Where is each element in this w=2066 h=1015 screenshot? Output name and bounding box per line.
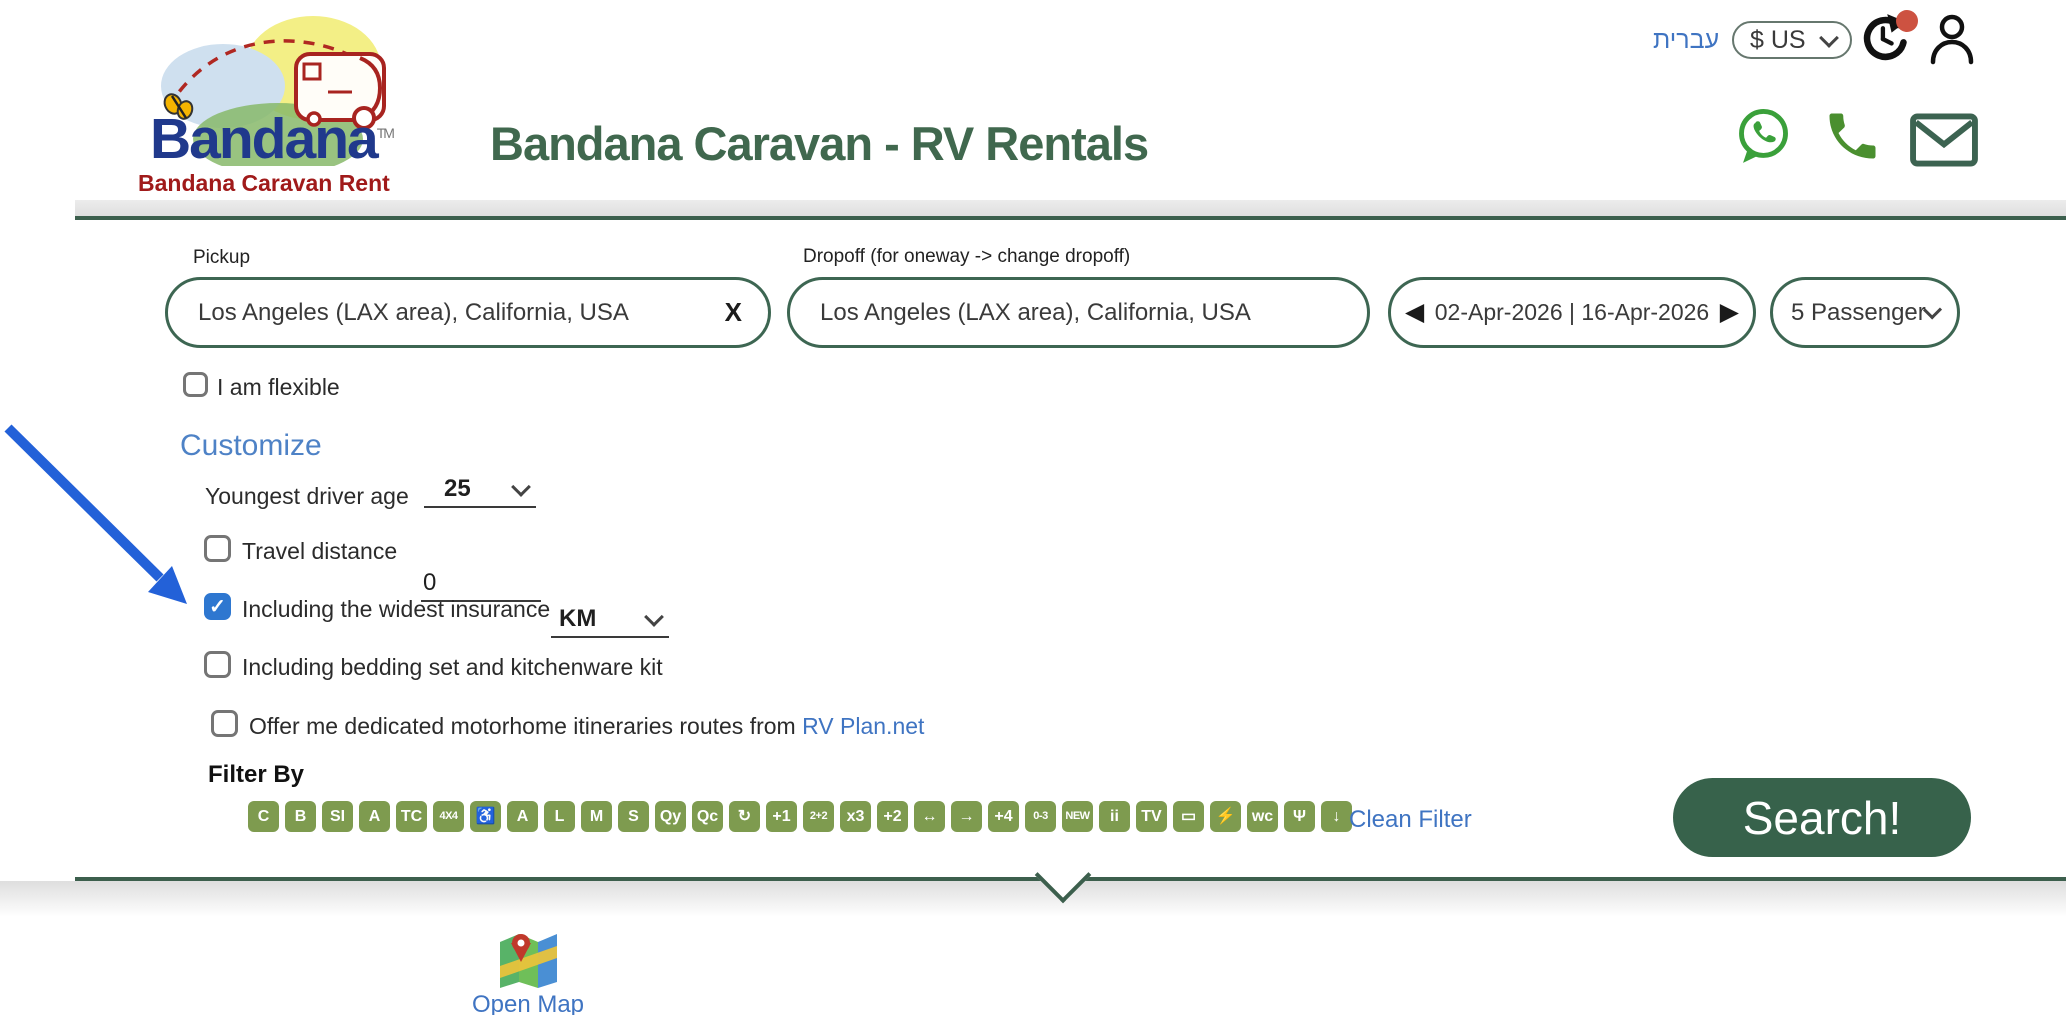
filter-icon-automatic-gavel[interactable]: A <box>507 801 538 832</box>
filter-icon-class-si[interactable]: SI <box>322 801 353 832</box>
whatsapp-icon <box>1732 104 1794 168</box>
filter-icon-rv-dropoff[interactable]: ↓ <box>1321 801 1352 832</box>
filter-icon-size-medium-rv[interactable]: M <box>581 801 612 832</box>
itineraries-checkbox[interactable] <box>211 710 238 737</box>
filter-icon-class-a[interactable]: A <box>359 801 390 832</box>
passengers-select[interactable]: 5 Passengers <box>1770 277 1960 348</box>
rv-plan-link[interactable]: RV Plan.net <box>802 713 924 739</box>
filter-icon-circular-arrows[interactable]: ↻ <box>729 801 760 832</box>
flexible-checkbox[interactable] <box>183 372 208 397</box>
date-range-value: 02-Apr-2026 | 16-Apr-2026 <box>1435 299 1709 326</box>
filter-icon-quality-y[interactable]: Qy <box>655 801 686 832</box>
filter-icon-wheelchair-accessible[interactable]: ♿ <box>470 801 501 832</box>
bedding-checkbox[interactable] <box>204 651 231 678</box>
search-button[interactable]: Search! <box>1673 778 1971 857</box>
notification-dot <box>1896 10 1918 32</box>
pickup-input[interactable]: Los Angeles (LAX area), California, USA … <box>165 277 771 348</box>
chevron-down-icon <box>644 607 664 627</box>
pickup-label: Pickup <box>193 247 250 269</box>
header-divider <box>75 216 2066 220</box>
filter-icon-vehicle-width[interactable]: ↔ <box>914 801 945 832</box>
filter-icon-size-small-rv[interactable]: S <box>618 801 649 832</box>
person-icon <box>1928 13 1976 65</box>
logo[interactable]: BandanaTM Bandana Caravan Rent <box>128 6 428 198</box>
filter-icon-beds-2plus2[interactable]: 2+2 <box>803 801 834 832</box>
filter-icon-extra-person[interactable]: +1 <box>766 801 797 832</box>
envelope-icon <box>1908 112 1980 168</box>
map-icon <box>497 930 559 988</box>
open-map-label[interactable]: Open Map <box>462 991 594 1015</box>
passengers-value: 5 Passengers <box>1791 299 1926 327</box>
driver-age-label: Youngest driver age <box>205 483 409 510</box>
clean-filter-link[interactable]: Clean Filter <box>1349 806 1472 834</box>
whatsapp-button[interactable] <box>1732 104 1794 168</box>
filter-icon-truck-camper[interactable]: TC <box>396 801 427 832</box>
flexible-label: I am flexible <box>217 374 340 401</box>
email-button[interactable] <box>1908 112 1980 168</box>
clear-pickup-button[interactable]: X <box>725 297 742 328</box>
page: עברית $ US <box>0 0 2066 1015</box>
open-map-button[interactable] <box>497 930 559 988</box>
phone-button[interactable] <box>1822 106 1882 166</box>
travel-distance-label: Travel distance <box>242 538 397 565</box>
filter-icon-electricity[interactable]: ⚡ <box>1210 801 1241 832</box>
filter-icon-four-by-four[interactable]: 4X4 <box>433 801 464 832</box>
logo-tm: TM <box>377 125 393 141</box>
filter-icon-class-c[interactable]: C <box>248 801 279 832</box>
filter-icon-tv[interactable]: TV <box>1136 801 1167 832</box>
page-title: Bandana Caravan - RV Rentals <box>490 116 1148 171</box>
filter-icon-size-large-rv[interactable]: L <box>544 801 575 832</box>
filter-icon-family-plus[interactable]: +2 <box>877 801 908 832</box>
bedding-label: Including bedding set and kitchenware ki… <box>242 654 663 681</box>
insurance-label: Including the widest insurance <box>242 596 550 623</box>
driver-age-select[interactable]: 25 <box>424 472 536 508</box>
travel-distance-checkbox[interactable] <box>204 535 231 562</box>
filter-icon-bed[interactable]: ▭ <box>1173 801 1204 832</box>
date-range-picker[interactable]: ◀ 02-Apr-2026 | 16-Apr-2026 ▶ <box>1388 277 1756 348</box>
insurance-checkbox[interactable]: ✓ <box>204 593 231 620</box>
filter-icon-family[interactable]: ii <box>1099 801 1130 832</box>
filter-icon-toilet-wc[interactable]: wc <box>1247 801 1278 832</box>
customize-link[interactable]: Customize <box>180 429 322 463</box>
filter-icon-rv-new[interactable]: NEW <box>1062 801 1093 832</box>
dropoff-label: Dropoff (for oneway -> change dropoff) <box>803 246 1130 268</box>
language-link[interactable]: עברית <box>1653 26 1719 55</box>
results-band <box>0 881 2066 917</box>
currency-select[interactable]: $ US <box>1732 21 1852 59</box>
filter-icon-quality-c[interactable]: Qc <box>692 801 723 832</box>
filter-icon-rv-age-0-3[interactable]: 0-3 <box>1025 801 1056 832</box>
itineraries-label: Offer me dedicated motorhome itineraries… <box>249 713 924 740</box>
filter-icon-shower[interactable]: Ψ <box>1284 801 1315 832</box>
travel-distance-value: 0 <box>423 569 436 597</box>
distance-unit-value: KM <box>559 605 596 633</box>
header-band <box>75 200 2066 216</box>
driver-age-value: 25 <box>444 475 471 503</box>
chevron-down-icon <box>1819 28 1839 48</box>
filter-icon-row: CBSIATC4X4♿ALMSQyQc↻+12+2x3+2↔→+40-3NEWi… <box>248 801 1352 832</box>
pickup-value: Los Angeles (LAX area), California, USA <box>198 299 629 327</box>
logo-brand: BandanaTM <box>150 106 393 172</box>
filter-icon-rv-plus-4[interactable]: +4 <box>988 801 1019 832</box>
dropoff-input[interactable]: Los Angeles (LAX area), California, USA <box>787 277 1370 348</box>
filter-by-label: Filter By <box>208 761 304 789</box>
filter-icon-sleeps-x3[interactable]: x3 <box>840 801 871 832</box>
account-button[interactable] <box>1928 13 1976 65</box>
history-reset-button[interactable] <box>1858 12 1914 68</box>
date-prev-arrow[interactable]: ◀ <box>1405 300 1424 325</box>
logo-caption: Bandana Caravan Rent <box>138 170 390 197</box>
filter-icon-class-b[interactable]: B <box>285 801 316 832</box>
date-next-arrow[interactable]: ▶ <box>1720 300 1739 325</box>
currency-value: $ US <box>1750 26 1806 55</box>
dropoff-value: Los Angeles (LAX area), California, USA <box>820 299 1251 327</box>
distance-unit-select[interactable]: KM <box>551 602 669 638</box>
phone-icon <box>1822 106 1882 166</box>
filter-icon-one-way-rv[interactable]: → <box>951 801 982 832</box>
chevron-down-icon <box>511 477 531 497</box>
